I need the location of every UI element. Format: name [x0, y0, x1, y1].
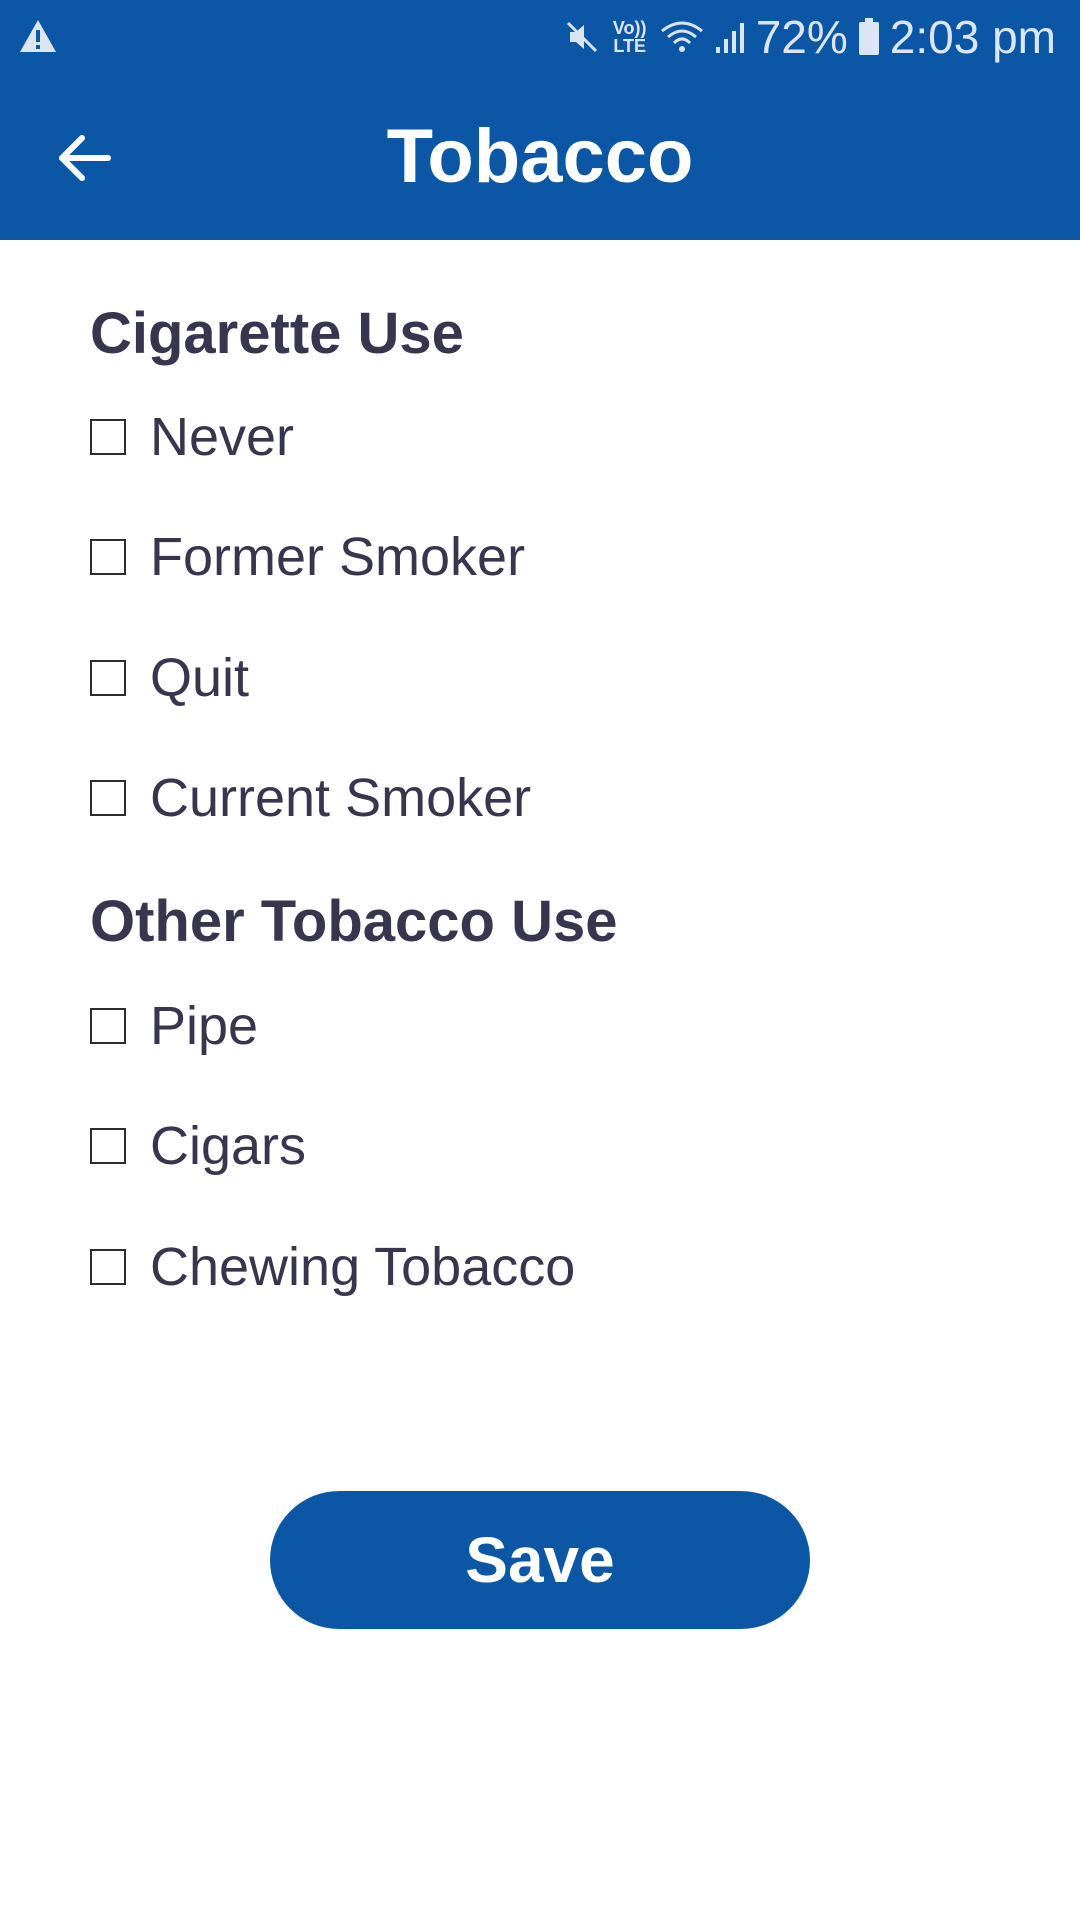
arrow-left-icon: [59, 135, 111, 181]
back-button[interactable]: [44, 118, 124, 198]
option-label: Cigars: [150, 1116, 307, 1176]
option-label: Quit: [150, 648, 250, 708]
checkbox[interactable]: [90, 419, 126, 455]
mute-icon: [566, 21, 597, 53]
warning-icon: [20, 20, 56, 52]
page-title: Tobacco: [386, 114, 694, 199]
section-heading-cigarette-use: Cigarette Use: [90, 301, 464, 366]
app-bar: Tobacco: [0, 74, 1080, 240]
option-chewing-tobacco[interactable]: Chewing Tobacco: [90, 1227, 575, 1307]
checkbox[interactable]: [90, 1128, 126, 1164]
checkbox[interactable]: [90, 539, 126, 575]
option-pipe[interactable]: Pipe: [90, 986, 258, 1066]
checkbox[interactable]: [90, 1008, 126, 1044]
status-bar: Vo)) LTE 72% 2:03 pm: [0, 0, 1080, 74]
option-current-smoker[interactable]: Current Smoker: [90, 758, 531, 838]
volte-icon: Vo)) LTE: [612, 18, 647, 56]
checkbox[interactable]: [90, 780, 126, 816]
save-button[interactable]: Save: [270, 1491, 810, 1629]
option-cigars[interactable]: Cigars: [90, 1106, 306, 1186]
option-label: Pipe: [150, 996, 259, 1056]
status-time: 2:03 pm: [889, 11, 1056, 63]
checkbox[interactable]: [90, 1249, 126, 1285]
option-former-smoker[interactable]: Former Smoker: [90, 517, 525, 597]
section-heading-other-tobacco-use: Other Tobacco Use: [90, 889, 618, 954]
option-label: Never: [150, 407, 295, 467]
status-icons: Vo)) LTE 72% 2:03 pm: [564, 0, 1056, 74]
option-never[interactable]: Never: [90, 397, 294, 477]
option-label: Former Smoker: [150, 527, 526, 587]
battery-icon: [858, 18, 879, 55]
wifi-icon: [660, 21, 703, 52]
checkbox[interactable]: [90, 660, 126, 696]
option-label: Chewing Tobacco: [150, 1237, 576, 1297]
option-label: Current Smoker: [150, 768, 532, 828]
signal-icon: [715, 23, 744, 53]
battery-percent: 72%: [755, 11, 848, 63]
option-quit[interactable]: Quit: [90, 638, 249, 718]
